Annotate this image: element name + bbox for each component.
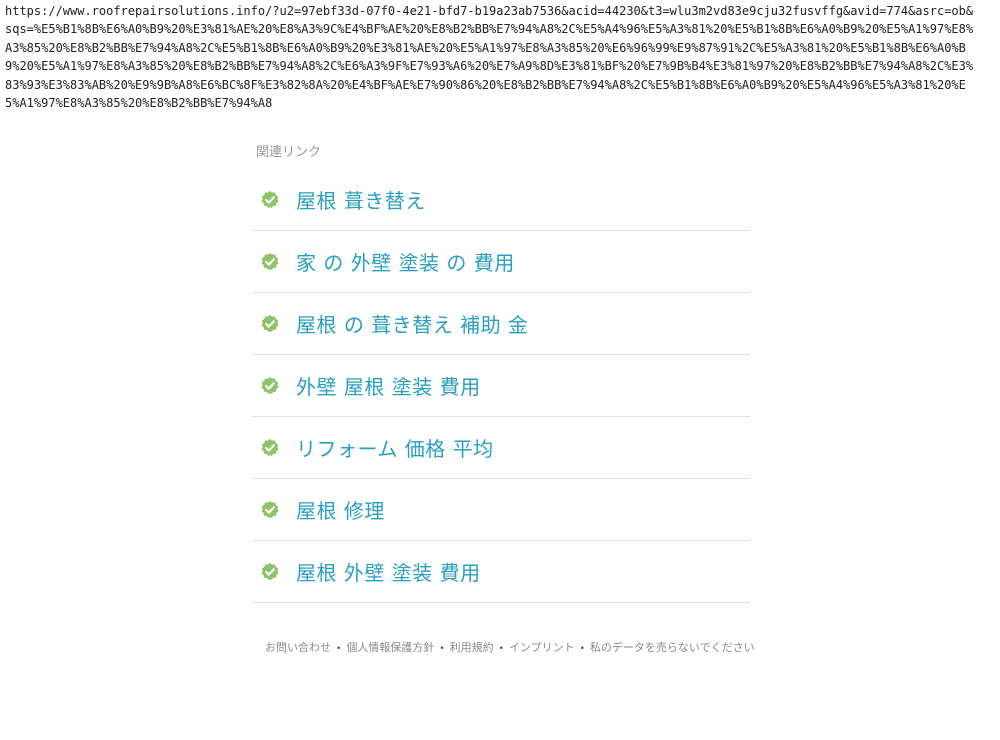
related-link-item[interactable]: 屋根 葺き替え bbox=[252, 169, 750, 231]
footer-link-do-not-sell[interactable]: 私のデータを売らないでください bbox=[590, 641, 755, 654]
related-link-item[interactable]: 屋根 外壁 塗装 費用 bbox=[252, 541, 750, 603]
footer-separator: • bbox=[439, 644, 445, 654]
footer-link-privacy-policy[interactable]: 個人情報保護方針 bbox=[346, 641, 434, 654]
related-link-label[interactable]: 家 の 外壁 塗装 の 費用 bbox=[296, 247, 515, 276]
related-link-item[interactable]: 屋根 の 葺き替え 補助 金 bbox=[252, 293, 750, 355]
related-link-label[interactable]: 屋根 修理 bbox=[296, 495, 385, 524]
related-link-item[interactable]: 屋根 修理 bbox=[252, 479, 750, 541]
related-link-label[interactable]: 屋根 外壁 塗装 費用 bbox=[296, 557, 481, 586]
check-badge-icon bbox=[260, 376, 280, 396]
related-link-item[interactable]: リフォーム 価格 平均 bbox=[252, 417, 750, 479]
footer-link-imprint[interactable]: インプリント bbox=[509, 641, 575, 654]
footer-separator: • bbox=[498, 644, 504, 654]
related-links-list: 屋根 葺き替え 家 の 外壁 塗装 の 費用 屋根 の 葺き替え 補助 金 外壁… bbox=[252, 169, 750, 603]
check-badge-icon bbox=[260, 500, 280, 520]
related-link-label[interactable]: 屋根 葺き替え bbox=[296, 185, 426, 214]
check-badge-icon bbox=[260, 438, 280, 458]
related-link-label[interactable]: 屋根 の 葺き替え 補助 金 bbox=[296, 309, 528, 338]
footer-link-contact[interactable]: お問い合わせ bbox=[265, 641, 331, 654]
related-link-label[interactable]: 外壁 屋根 塗装 費用 bbox=[296, 371, 481, 400]
related-link-label[interactable]: リフォーム 価格 平均 bbox=[296, 433, 494, 462]
footer-link-terms[interactable]: 利用規約 bbox=[450, 641, 494, 654]
related-link-item[interactable]: 外壁 屋根 塗装 費用 bbox=[252, 355, 750, 417]
check-badge-icon bbox=[260, 562, 280, 582]
footer-separator: • bbox=[579, 644, 585, 654]
related-links-section: 関連リンク 屋根 葺き替え 家 の 外壁 塗装 の 費用 屋根 の 葺き替え 補… bbox=[252, 143, 750, 603]
check-badge-icon bbox=[260, 190, 280, 210]
footer-separator: • bbox=[336, 644, 342, 654]
url-text: https://www.roofrepairsolutions.info/?u2… bbox=[5, 4, 974, 111]
related-links-heading: 関連リンク bbox=[256, 145, 322, 160]
check-badge-icon bbox=[260, 314, 280, 334]
check-badge-icon bbox=[260, 252, 280, 272]
related-link-item[interactable]: 家 の 外壁 塗装 の 費用 bbox=[252, 231, 750, 293]
footer-links: お問い合わせ • 個人情報保護方針 • 利用規約 • インプリント • 私のデータを売らないでく… bbox=[265, 636, 755, 661]
